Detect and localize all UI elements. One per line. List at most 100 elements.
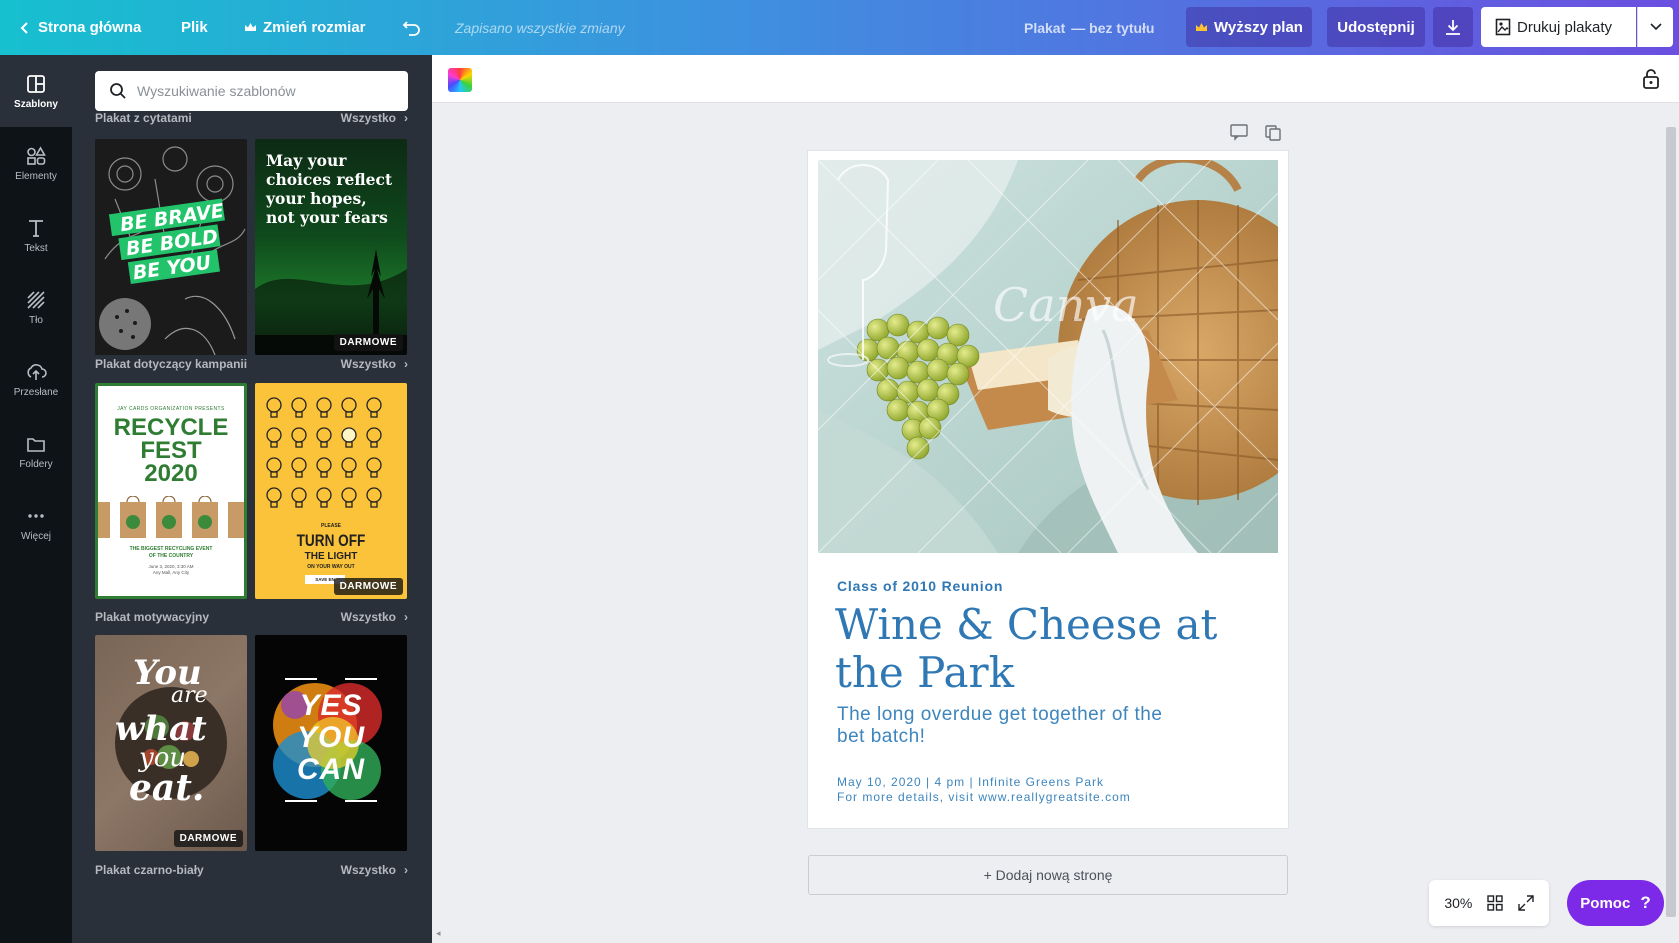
choices-quote-text: May your choices reflect your hopes, not… [266,151,393,227]
home-link[interactable]: Strona główna [18,0,141,55]
zoom-controls: 30% [1429,880,1549,926]
poster-title[interactable]: Wine & Cheese at the Park [835,601,1255,697]
file-menu[interactable]: Plik [181,0,208,55]
turnoff-please: PLEASE [320,523,341,529]
unlock-icon[interactable] [1639,67,1663,91]
color-picker-swatch[interactable] [448,68,472,92]
text-icon [29,219,43,237]
rail-label: Więcej [20,530,51,542]
scrollbar-thumb[interactable] [1666,127,1676,917]
recycle-place: Any Mall, Any City [152,570,190,575]
file-label: Plik [181,19,208,36]
see-all-link[interactable]: Wszystko › [341,111,408,125]
crown-icon [1196,22,1208,31]
upgrade-button[interactable]: Wyższy plan [1186,7,1312,47]
rail-label: Tekst [24,242,48,254]
resize-button[interactable]: Zmień rozmiar [244,0,366,55]
editor-area: Canva Class of 2010 Reunion Wine & Chees… [432,55,1679,943]
template-recycle-fest[interactable]: JAY CARDS ORGANIZATION PRESENTS RECYCLE … [95,383,247,599]
search-input[interactable] [137,83,377,99]
see-all-link[interactable]: Wszystko › [341,610,408,624]
document-title[interactable]: Plakat — bez tytułu [1024,0,1154,55]
bulb-icon [366,487,382,508]
poster-class-line[interactable]: Class of 2010 Reunion [837,578,1003,594]
turnoff-line3: ON YOUR WAY OUT [307,564,355,570]
poster-details[interactable]: May 10, 2020 | 4 pm | Infinite Greens Pa… [837,775,1131,805]
bulb-icon [291,457,307,478]
bulbs-art [266,397,382,508]
print-posters-button[interactable]: Drukuj plakaty [1481,7,1636,47]
templates-icon [27,74,45,93]
search-icon [110,83,126,99]
top-bar: Strona główna Plik Zmień rozmiar Zapisan… [0,0,1679,55]
folder-icon [27,437,45,452]
print-poster-icon [1495,18,1511,36]
see-all-link[interactable]: Wszystko › [341,863,408,877]
template-turn-off-light[interactable]: PLEASE TURN OFF THE LIGHT ON YOUR WAY OU… [255,383,407,599]
fullscreen-icon[interactable] [1517,895,1534,911]
share-button[interactable]: Udostępnij [1327,7,1425,47]
rail-folders[interactable]: Foldery [0,415,72,487]
free-badge: DARMOWE [333,334,403,351]
rail-templates[interactable]: Szablony [0,55,72,127]
bulb-icon [366,427,382,448]
resize-label: Zmień rozmiar [263,19,366,36]
undo-button[interactable] [402,0,422,55]
rail-background[interactable]: Tło [0,271,72,343]
template-choices-quote[interactable]: May your choices reflect your hopes, not… [255,139,407,355]
zoom-level[interactable]: 30% [1444,895,1472,911]
save-status: Zapisano wszystkie zmiany [455,19,625,36]
poster-subtitle[interactable]: The long overdue get together of the bet… [837,704,1167,748]
vertical-scrollbar[interactable] [1663,103,1679,943]
print-options-dropdown[interactable] [1637,7,1673,47]
see-all-label: Wszystko [340,111,396,125]
rail-label: Szablony [14,98,58,110]
rail-more[interactable]: Więcej [0,487,72,559]
template-be-brave[interactable]: BE BRAVE BE BOLD BE YOU [95,139,247,355]
bulb-icon [291,427,307,448]
bulb-icon [291,487,307,508]
bulb-icon [316,487,332,508]
section-bw-header: Plakat czarno-biały Wszystko › [95,861,408,879]
template-search[interactable] [95,71,408,111]
rail-label: Przesłane [13,386,59,398]
recycle-line3: 2020 [144,460,198,487]
bulb-icon [266,397,282,418]
poster-page[interactable]: Canva Class of 2010 Reunion Wine & Chees… [808,151,1288,828]
free-badge: DARMOWE [333,578,403,595]
rail-elements[interactable]: Elementy [0,127,72,199]
bulb-icon [316,427,332,448]
turnoff-line2: THE LIGHT [304,551,358,562]
see-all-link[interactable]: Wszystko › [341,357,408,371]
picnic-photo[interactable]: Canva [818,160,1278,553]
bulb-icon [341,487,357,508]
elements-icon [27,145,46,165]
editor-toolbar [432,55,1679,103]
print-label: Drukuj plakaty [1517,18,1613,36]
grid-view-icon[interactable] [1487,895,1503,911]
bulb-icon [341,457,357,478]
duplicate-page-icon[interactable] [1263,123,1283,143]
template-yes-you-can[interactable]: YES YOU CAN [255,635,407,851]
rail-text[interactable]: Tekst [0,199,72,271]
yes-line2: YOU [296,721,365,754]
question-icon: ? [1640,893,1651,912]
recycle-small: JAY CARDS ORGANIZATION PRESENTS [117,406,225,412]
bulb-icon [266,457,282,478]
bulb-icon [366,457,382,478]
scroll-left-arrow[interactable]: ◂ [436,928,441,939]
yes-line1: YES [299,689,363,722]
recycle-foot: THE BIGGEST RECYCLING EVENT OF THE COUNT… [129,546,213,559]
rail-uploads[interactable]: Przesłane [0,343,72,415]
comment-icon[interactable] [1229,123,1251,141]
template-you-are-what-you-eat[interactable]: You are what you eat. DARMOWE [95,635,247,851]
section-title: Plakat dotyczący kampanii [95,357,248,371]
canva-editor: Strona główna Plik Zmień rozmiar Zapisan… [0,0,1679,943]
eat-line5: eat. [129,767,205,809]
help-button[interactable]: Pomoc ? [1567,880,1664,926]
background-icon [27,290,45,309]
download-button[interactable] [1433,7,1473,47]
poster-details-line2: For more details, visit www.reallygreats… [837,790,1131,804]
add-page-button[interactable]: + Dodaj nową stronę [808,855,1288,895]
recycle-date: June 3, 2020, 3:30 AM [148,564,194,569]
